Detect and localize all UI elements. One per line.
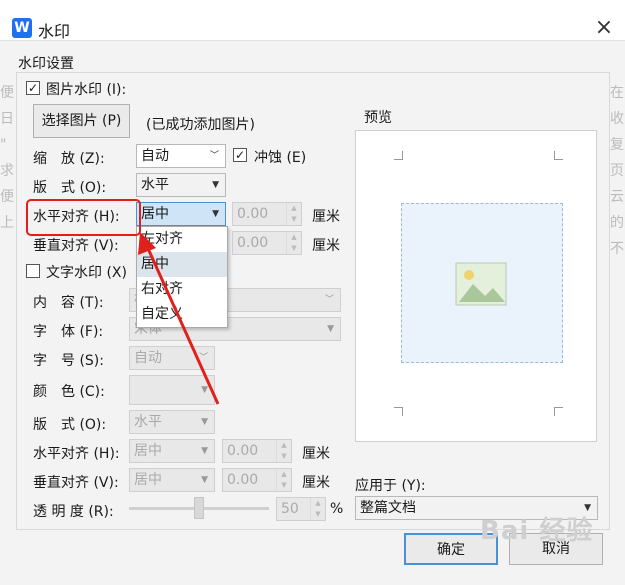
annotation-arrow (138, 232, 220, 405)
watermark-dialog: 便 日 " 求 便 上 在 收 复 页 云 的 不 W 水印 × 水印设置 ✓ … (0, 0, 625, 585)
baidu-watermark: Bai 经验 (480, 516, 594, 546)
